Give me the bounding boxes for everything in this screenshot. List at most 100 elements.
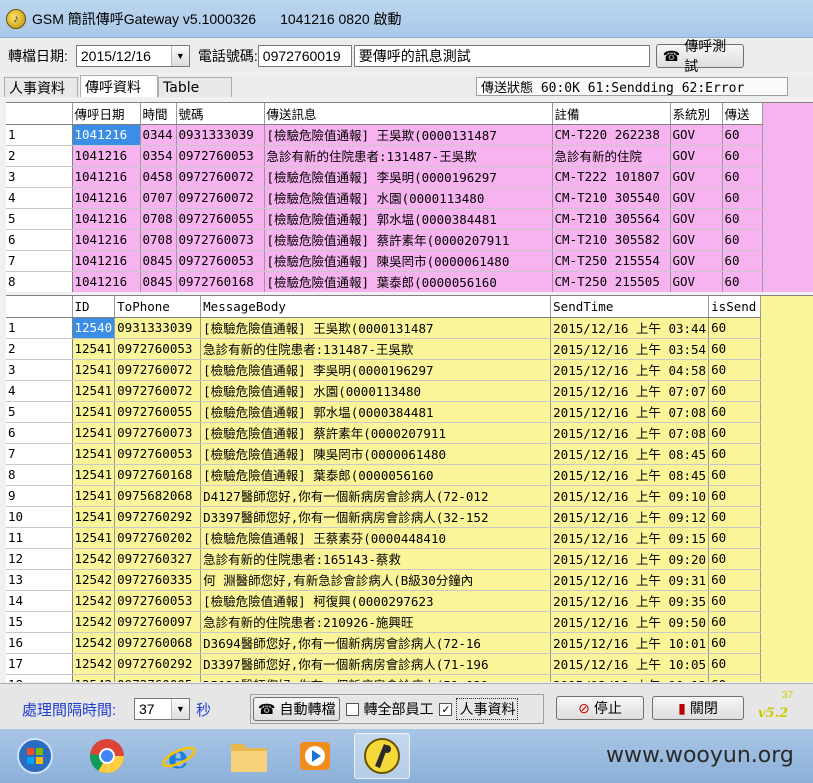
folder-icon[interactable] — [224, 733, 274, 779]
col-header-number[interactable]: 號碼 — [176, 103, 265, 125]
row-number-cell[interactable]: 11 — [6, 527, 73, 549]
tophone-cell[interactable]: 0972760202 — [114, 527, 202, 549]
table-row[interactable]: 5 12541 0972760055 [檢驗危險值通報] 郭水塭(0000384481… — [6, 401, 762, 423]
tab-paging-data[interactable]: 傳呼資料 — [80, 75, 158, 97]
sendtime-cell[interactable]: 2015/12/16 上午 04:58 — [550, 359, 710, 381]
number-cell[interactable]: 0972760168 — [176, 271, 265, 292]
system-cell[interactable]: GOV — [670, 229, 723, 251]
id-cell[interactable]: 12540 — [72, 317, 116, 339]
tophone-cell[interactable]: 0972760168 — [114, 464, 202, 486]
tophone-cell[interactable]: 0972760073 — [114, 422, 202, 444]
messagebody-cell[interactable]: [檢驗危險值通報] 郭水塭(0000384481 — [200, 401, 552, 423]
messagebody-cell[interactable]: D5120醫師您好,你有一個新病房會診病人(51-031 — [200, 674, 552, 682]
col-header-time[interactable]: 時間 — [140, 103, 177, 125]
tophone-cell[interactable]: 0972760097 — [114, 611, 202, 633]
row-number-cell[interactable]: 1 — [6, 124, 73, 146]
message-cell[interactable]: [檢驗危險值通報] 水園(0000113480 — [264, 187, 553, 209]
id-cell[interactable]: 12541 — [72, 506, 116, 528]
issend-cell[interactable]: 60 — [708, 338, 762, 360]
table-row[interactable]: 1 12540 0931333039 [檢驗危險值通報] 王吳欺(0000131487… — [6, 317, 762, 339]
row-number-cell[interactable]: 3 — [6, 166, 73, 188]
table-row[interactable]: 3 1041216 0458 0972760072 [檢驗危險值通報] 李吳明(0000… — [6, 166, 763, 188]
tophone-cell[interactable]: 0972760072 — [114, 359, 202, 381]
date-cell[interactable]: 1041216 — [72, 271, 141, 292]
sendtime-cell[interactable]: 2015/12/16 上午 09:50 — [550, 611, 710, 633]
issend-cell[interactable]: 60 — [708, 359, 762, 381]
col-header-message[interactable]: 傳送訊息 — [264, 103, 553, 125]
system-cell[interactable]: GOV — [670, 145, 723, 167]
phone-input[interactable]: 0972760019 — [257, 45, 352, 67]
table-row[interactable]: 18125420972760005D5120醫師您好,你有一個新病房會診病人(5… — [6, 674, 762, 682]
sendtime-cell[interactable]: 2015/12/16 上午 07:08 — [550, 401, 710, 423]
tophone-cell[interactable]: 0972760292 — [114, 506, 202, 528]
number-cell[interactable]: 0972760072 — [176, 166, 265, 188]
message-cell[interactable]: [檢驗危險值通報] 王吳欺(0000131487 — [264, 124, 553, 146]
table-row[interactable]: 4 12541 0972760072 [檢驗危險值通報] 水園(0000113480 2… — [6, 380, 762, 402]
sent-cell[interactable]: 60 — [722, 208, 763, 230]
time-cell[interactable]: 0458 — [140, 166, 177, 188]
tab-personnel[interactable]: 人事資料 — [4, 77, 78, 97]
row-number-cell[interactable]: 7 — [6, 443, 73, 465]
message-cell[interactable]: [檢驗危險值通報] 郭水塭(0000384481 — [264, 208, 553, 230]
col-header-system[interactable]: 系統別 — [670, 103, 723, 125]
messagebody-cell[interactable]: [檢驗危險值通報] 陳吳罔市(0000061480 — [200, 443, 552, 465]
row-number-cell[interactable]: 4 — [6, 187, 73, 209]
table-row[interactable]: 3 12541 0972760072 [檢驗危險值通報] 李吳明(0000196297… — [6, 359, 762, 381]
col-header-sendtime[interactable]: SendTime — [550, 296, 710, 318]
sendtime-cell[interactable]: 2015/12/16 上午 10:05 — [550, 653, 710, 675]
sent-cell[interactable]: 60 — [722, 187, 763, 209]
table-row[interactable]: 17 12542 0972760292 D3397醫師您好,你有一個新病房會診病人(7… — [6, 653, 762, 675]
message-log-grid[interactable]: ID ToPhone MessageBody SendTime isSend 1… — [6, 295, 813, 682]
date-cell[interactable]: 1041216 — [72, 145, 141, 167]
messagebody-cell[interactable]: 急診有新的住院患者:165143-蔡救 — [200, 548, 552, 570]
time-cell[interactable]: 0845 — [140, 250, 177, 272]
issend-cell[interactable]: 60 — [708, 653, 762, 675]
system-cell[interactable]: GOV — [670, 166, 723, 188]
issend-cell[interactable]: 60 — [708, 485, 762, 507]
col-header-messagebody[interactable]: MessageBody — [200, 296, 552, 318]
sendtime-cell[interactable]: 2015/12/16 上午 07:08 — [550, 422, 710, 444]
row-number-cell[interactable]: 18 — [6, 674, 73, 682]
table-row[interactable]: 7 12541 0972760053 [檢驗危險值通報] 陳吳罔市(000006148… — [6, 443, 762, 465]
table-row[interactable]: 12 12542 0972760327 急診有新的住院患者:165143-蔡救 2015… — [6, 548, 762, 570]
tophone-cell[interactable]: 0972760068 — [114, 632, 202, 654]
row-number-cell[interactable]: 14 — [6, 590, 73, 612]
id-cell[interactable]: 12541 — [72, 485, 116, 507]
time-cell[interactable]: 0344 — [140, 124, 177, 146]
id-cell[interactable]: 12541 — [72, 380, 116, 402]
table-row[interactable]: 6 12541 0972760073 [檢驗危險值通報] 蔡許素年(000020791… — [6, 422, 762, 444]
messagebody-cell[interactable]: D3397醫師您好,你有一個新病房會診病人(71-196 — [200, 653, 552, 675]
messagebody-cell[interactable]: 急診有新的住院患者:210926-施興旺 — [200, 611, 552, 633]
time-cell[interactable]: 0707 — [140, 187, 177, 209]
date-cell[interactable]: 1041216 — [72, 166, 141, 188]
personnel-option[interactable]: ✓ 人事資料 — [439, 698, 519, 720]
remark-cell[interactable]: CM-T210 305564 — [552, 208, 671, 230]
auto-convert-button[interactable]: ☎ 自動轉檔 — [253, 697, 341, 721]
messagebody-cell[interactable]: [檢驗危險值通報] 蔡許素年(0000207911 — [200, 422, 552, 444]
col-header-sent[interactable]: 傳送 — [722, 103, 763, 125]
date-cell[interactable]: 1041216 — [72, 208, 141, 230]
message-cell[interactable]: [檢驗危險值通報] 蔡許素年(0000207911 — [264, 229, 553, 251]
issend-cell[interactable]: 60 — [708, 548, 762, 570]
table-row[interactable]: 8 12541 0972760168 [檢驗危險值通報] 葉泰郎(0000056160… — [6, 464, 762, 486]
issend-cell[interactable]: 60 — [708, 632, 762, 654]
message-input[interactable]: 要傳呼的訊息測試 — [353, 45, 650, 67]
issend-cell[interactable]: 60 — [708, 317, 762, 339]
row-number-cell[interactable]: 8 — [6, 464, 73, 486]
id-cell[interactable]: 12541 — [72, 464, 116, 486]
id-cell[interactable]: 12542 — [72, 548, 116, 570]
id-cell[interactable]: 12541 — [72, 422, 116, 444]
messagebody-cell[interactable]: [檢驗危險值通報] 柯復興(0000297623 — [200, 590, 552, 612]
time-cell[interactable]: 0354 — [140, 145, 177, 167]
table-row[interactable]: 5 1041216 0708 0972760055 [檢驗危險值通報] 郭水塭(0000… — [6, 208, 763, 230]
issend-cell[interactable]: 60 — [708, 527, 762, 549]
number-cell[interactable]: 0931333039 — [176, 124, 265, 146]
message-cell[interactable]: 急診有新的住院患者:131487-王吳欺 — [264, 145, 553, 167]
time-cell[interactable]: 0845 — [140, 271, 177, 292]
tophone-cell[interactable]: 0972760005 — [114, 674, 202, 682]
remark-cell[interactable]: CM-T250 215505 — [552, 271, 671, 292]
id-cell[interactable]: 12541 — [72, 527, 116, 549]
test-page-button[interactable]: ☎ 傳呼測試 — [655, 38, 744, 74]
tophone-cell[interactable]: 0972760327 — [114, 548, 202, 570]
table-row[interactable]: 15 12542 0972760097 急診有新的住院患者:210926-施興旺 201… — [6, 611, 762, 633]
